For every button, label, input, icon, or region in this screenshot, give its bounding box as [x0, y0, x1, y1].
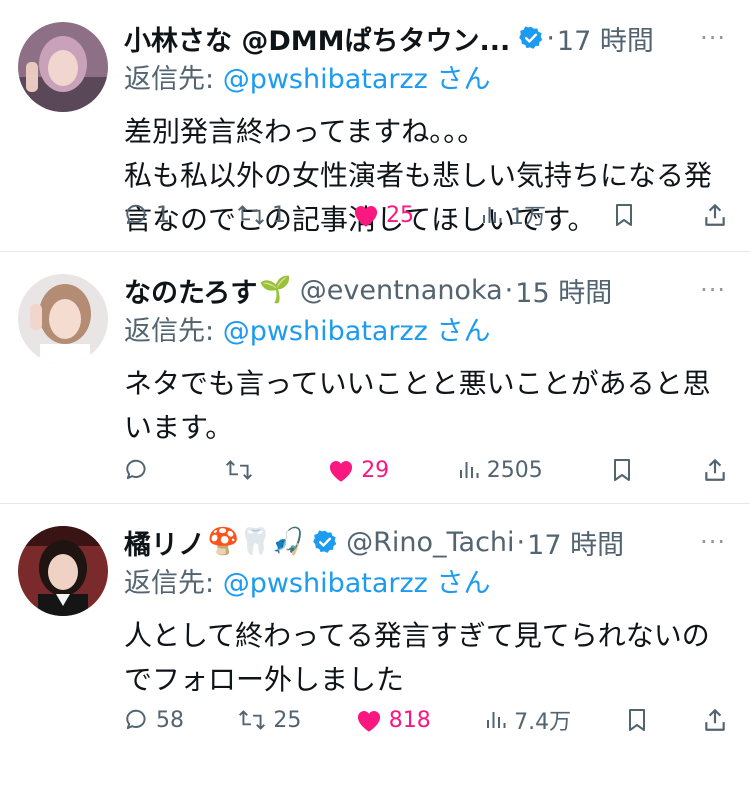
reply-button[interactable]: [124, 457, 156, 483]
views-count: 2505: [486, 457, 543, 483]
like-count: 818: [388, 707, 431, 733]
views-count: 1万: [510, 205, 546, 230]
separator-dot: ·: [504, 274, 514, 306]
tweet-text: ネタでも言っていいことと悪いことがあると思います。: [124, 367, 711, 444]
retweet-count: 1: [272, 202, 286, 228]
share-icon: [705, 204, 725, 226]
verified-badge-icon: [518, 25, 544, 51]
share-button[interactable]: [702, 457, 728, 483]
bookmark-button[interactable]: [612, 202, 636, 228]
separator-dot: ·: [546, 22, 555, 54]
share-button[interactable]: [702, 707, 728, 733]
reply-icon: [126, 709, 146, 730]
views-icon: [483, 207, 502, 223]
reply-icon: [126, 459, 146, 480]
avatar[interactable]: [18, 526, 108, 616]
bookmark-button[interactable]: [610, 457, 634, 483]
handle[interactable]: @eventnanoka: [300, 275, 503, 306]
views-button[interactable]: 1万: [480, 199, 546, 231]
tweet-3[interactable]: 橘リノ 🍄🦷🎣 @Rino_Tachi · 17 時間 ··· 返信先: @pw…: [0, 504, 750, 756]
reply-prefix: 返信先:: [124, 568, 223, 599]
reply-context: 返信先: @pwshibatarzz さん: [124, 312, 726, 352]
tweet-text: 人として終わってる発言すぎて見てられないのでフォロー外しました: [124, 619, 710, 696]
views-icon: [459, 462, 479, 478]
more-icon[interactable]: ···: [700, 24, 726, 52]
reply-icon: [126, 204, 146, 225]
bookmark-button[interactable]: [625, 707, 649, 733]
name-emoji: 🌱: [259, 275, 292, 305]
display-name[interactable]: 橘リノ: [124, 523, 205, 562]
retweet-button[interactable]: [224, 457, 260, 483]
avatar[interactable]: [18, 22, 108, 112]
reply-count: 58: [156, 707, 184, 733]
like-button[interactable]: 818: [355, 707, 431, 733]
bookmark-icon: [628, 709, 645, 731]
reply-context: 返信先: @pwshibatarzz さん: [124, 564, 726, 604]
retweet-button[interactable]: 1: [236, 202, 286, 228]
name-emoji: 🍄🦷🎣: [207, 527, 305, 557]
separator-dot: ·: [516, 526, 526, 558]
handle[interactable]: @Rino_Tachi: [346, 527, 514, 558]
action-bar: 58 25 818 7.4万: [124, 704, 728, 736]
action-bar: 29 2505: [124, 457, 728, 483]
more-icon[interactable]: ···: [700, 276, 726, 304]
views-count: 7.4万: [514, 710, 572, 735]
reply-button[interactable]: 58: [124, 707, 184, 733]
like-count: 25: [386, 202, 414, 228]
reply-prefix: 返信先:: [124, 64, 223, 95]
verified-badge-icon: [312, 529, 338, 555]
reply-to-link[interactable]: @pwshibatarzz さん: [223, 568, 491, 599]
retweet-button[interactable]: 25: [237, 707, 301, 733]
like-icon: [357, 711, 380, 732]
tweet-1[interactable]: 小林さな @DMMぱちタウン... · 17 時間 ··· 返信先: @pwsh…: [0, 0, 750, 252]
reply-button[interactable]: 1: [124, 202, 170, 228]
bookmark-icon: [614, 459, 631, 481]
reply-to-link[interactable]: @pwshibatarzz さん: [223, 64, 491, 95]
like-count: 29: [361, 457, 390, 483]
retweet-icon: [239, 710, 266, 730]
reply-context: 返信先: @pwshibatarzz さん: [124, 60, 726, 100]
timestamp[interactable]: 15 時間: [515, 271, 612, 310]
timestamp[interactable]: 17 時間: [557, 19, 654, 58]
like-button[interactable]: 25: [352, 202, 414, 228]
views-icon: [487, 712, 506, 728]
display-name[interactable]: なのたろす: [124, 271, 257, 310]
like-button[interactable]: 29: [327, 457, 389, 483]
retweet-icon: [237, 205, 265, 225]
share-button[interactable]: [702, 202, 728, 228]
share-icon: [705, 459, 725, 481]
reply-to-link[interactable]: @pwshibatarzz さん: [223, 316, 491, 347]
retweet-count: 25: [273, 707, 302, 733]
reply-count: 1: [156, 202, 170, 228]
avatar[interactable]: [18, 274, 108, 364]
share-icon: [705, 709, 725, 731]
more-icon[interactable]: ···: [700, 528, 726, 556]
views-button[interactable]: 7.4万: [484, 704, 571, 736]
bookmark-icon: [616, 204, 632, 226]
like-icon: [330, 461, 353, 482]
retweet-icon: [225, 460, 252, 480]
like-icon: [354, 206, 378, 227]
timestamp[interactable]: 17 時間: [527, 523, 624, 562]
views-button[interactable]: 2505: [457, 458, 543, 483]
display-name[interactable]: 小林さな @DMMぱちタウン...: [124, 19, 510, 58]
tweet-2[interactable]: なのたろす 🌱 @eventnanoka · 15 時間 ··· 返信先: @p…: [0, 252, 750, 504]
action-bar: 1 1 25 1万: [124, 199, 728, 231]
reply-prefix: 返信先:: [124, 316, 223, 347]
